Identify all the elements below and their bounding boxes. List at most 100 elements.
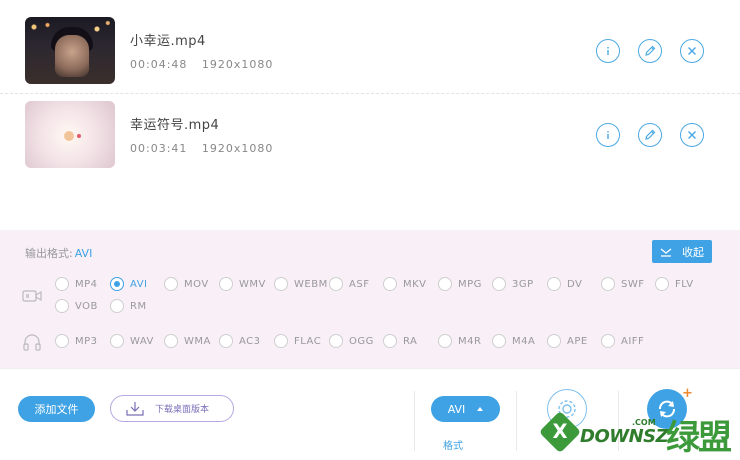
radio-label: WMV	[239, 278, 266, 290]
audio-option-mp3[interactable]: MP3	[55, 334, 98, 348]
video-option-flv[interactable]: FLV	[655, 277, 694, 291]
radio-button[interactable]	[55, 299, 69, 313]
radio-label: MP3	[75, 335, 98, 347]
radio-label: SWF	[621, 278, 645, 290]
radio-label: WMA	[184, 335, 211, 347]
output-format-label: 输出格式: AVI	[25, 247, 93, 260]
radio-label: M4A	[512, 335, 536, 347]
video-option-mp4[interactable]: MP4	[55, 277, 98, 291]
video-option-webm[interactable]: WEBM	[274, 277, 328, 291]
video-option-avi[interactable]: AVI	[110, 277, 148, 291]
video-category-icon	[22, 288, 42, 308]
file-row[interactable]: 小幸运.mp4 00:04:48 1920x1080	[0, 10, 740, 92]
radio-label: 3GP	[512, 278, 534, 290]
file-meta: 00:04:48 1920x1080	[130, 58, 273, 71]
collapse-button[interactable]: 收起	[652, 240, 712, 263]
radio-label: VOB	[75, 300, 98, 312]
radio-button[interactable]	[164, 277, 178, 291]
radio-button[interactable]	[601, 277, 615, 291]
radio-label: FLAC	[294, 335, 322, 347]
collapse-icon	[660, 247, 672, 257]
radio-label: RM	[130, 300, 147, 312]
video-option-wmv[interactable]: WMV	[219, 277, 266, 291]
radio-button[interactable]	[219, 277, 233, 291]
divider	[516, 391, 517, 451]
video-thumbnail	[25, 101, 115, 168]
radio-button[interactable]	[547, 277, 561, 291]
info-icon[interactable]	[596, 39, 620, 63]
add-file-button[interactable]: 添加文件	[18, 396, 95, 422]
radio-button[interactable]	[492, 334, 506, 348]
audio-option-flac[interactable]: FLAC	[274, 334, 321, 348]
audio-option-ape[interactable]: APE	[547, 334, 588, 348]
file-duration: 00:04:48	[130, 58, 188, 71]
caret-up-icon	[477, 407, 484, 411]
radio-button[interactable]	[329, 277, 343, 291]
download-icon	[126, 401, 144, 416]
radio-button[interactable]	[274, 334, 288, 348]
radio-label: WAV	[130, 335, 154, 347]
radio-button[interactable]	[110, 277, 124, 291]
radio-button[interactable]	[110, 334, 124, 348]
file-row[interactable]: 幸运符号.mp4 00:03:41 1920x1080	[0, 93, 740, 175]
video-option-asf[interactable]: ASF	[329, 277, 369, 291]
video-option-vob[interactable]: VOB	[55, 299, 98, 313]
radio-button[interactable]	[601, 334, 615, 348]
radio-label: MOV	[184, 278, 209, 290]
info-icon[interactable]	[596, 123, 620, 147]
radio-button[interactable]	[438, 277, 452, 291]
audio-option-ac3[interactable]: AC3	[219, 334, 261, 348]
radio-label: RA	[403, 335, 418, 347]
audio-option-wma[interactable]: WMA	[164, 334, 211, 348]
format-panel: 输出格式: AVI 收起 MP4 AVI MOV WMV WEBM ASF MKV MPG 3GP…	[0, 230, 740, 368]
radio-button[interactable]	[383, 277, 397, 291]
radio-button[interactable]	[274, 277, 288, 291]
video-option-dv[interactable]: DV	[547, 277, 582, 291]
radio-button[interactable]	[55, 277, 69, 291]
video-option-mpg[interactable]: MPG	[438, 277, 482, 291]
radio-label: FLV	[675, 278, 694, 290]
audio-option-m4a[interactable]: M4A	[492, 334, 535, 348]
video-option-3gp[interactable]: 3GP	[492, 277, 534, 291]
download-desktop-button[interactable]: 下载桌面版本	[110, 395, 234, 422]
output-format-value: AVI	[74, 247, 93, 260]
radio-label: MKV	[403, 278, 427, 290]
radio-label: OGG	[349, 335, 374, 347]
edit-icon[interactable]	[638, 123, 662, 147]
radio-label: MP4	[75, 278, 98, 290]
audio-option-ogg[interactable]: OGG	[329, 334, 374, 348]
video-option-mkv[interactable]: MKV	[383, 277, 427, 291]
file-name: 小幸运.mp4	[130, 34, 206, 49]
video-option-rm[interactable]: RM	[110, 299, 147, 313]
edit-icon[interactable]	[638, 39, 662, 63]
radio-button[interactable]	[55, 334, 69, 348]
radio-label: WEBM	[294, 278, 328, 290]
audio-option-wav[interactable]: WAV	[110, 334, 154, 348]
radio-button[interactable]	[438, 334, 452, 348]
file-resolution: 1920x1080	[201, 58, 274, 71]
audio-option-aiff[interactable]: AIFF	[601, 334, 644, 348]
radio-button[interactable]	[547, 334, 561, 348]
video-option-mov[interactable]: MOV	[164, 277, 209, 291]
radio-label: M4R	[458, 335, 482, 347]
radio-button[interactable]	[383, 334, 397, 348]
headphones-icon	[22, 333, 42, 355]
radio-label: ASF	[349, 278, 370, 290]
delete-icon[interactable]	[680, 39, 704, 63]
format-dropdown-button[interactable]: AVI	[431, 396, 500, 422]
radio-label: AC3	[239, 335, 261, 347]
delete-icon[interactable]	[680, 123, 704, 147]
file-resolution: 1920x1080	[201, 142, 274, 155]
audio-option-ra[interactable]: RA	[383, 334, 417, 348]
video-option-swf[interactable]: SWF	[601, 277, 645, 291]
radio-button[interactable]	[492, 277, 506, 291]
radio-button[interactable]	[219, 334, 233, 348]
radio-button[interactable]	[110, 299, 124, 313]
file-duration: 00:03:41	[130, 142, 188, 155]
radio-button[interactable]	[329, 334, 343, 348]
radio-label: DV	[567, 278, 583, 290]
radio-button[interactable]	[164, 334, 178, 348]
format-label: 格式	[443, 441, 463, 452]
radio-button[interactable]	[655, 277, 669, 291]
audio-option-m4r[interactable]: M4R	[438, 334, 481, 348]
